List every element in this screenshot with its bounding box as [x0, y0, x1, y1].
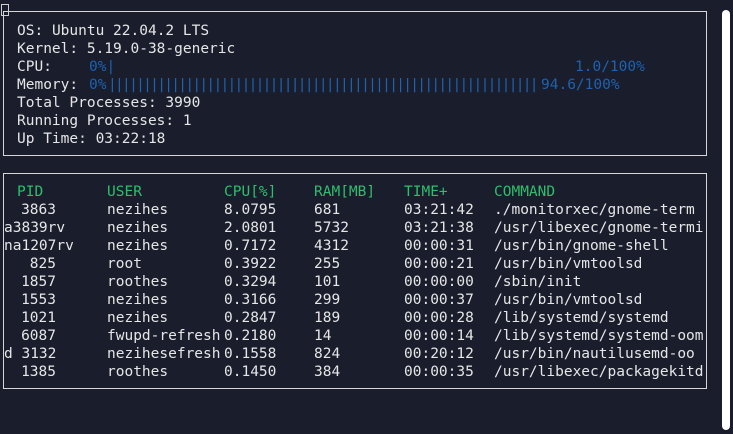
user-cell: roothes [107, 274, 169, 290]
header-user: USER [107, 184, 142, 200]
pid-cell: a3839rv [4, 220, 66, 236]
header-ram: RAM[MB] [314, 184, 376, 200]
cpu-bar-left: 0%| [89, 59, 116, 75]
memory-label: Memory: [17, 77, 79, 93]
table-row: na1207rv nezihes 0.7172 4312 00:00:31/usr/bi… [4, 237, 708, 255]
pid-cell: 825 [29, 256, 56, 272]
command-cell: /usr/bin/gnome-shell [494, 238, 669, 254]
header-cpu: CPU[%] [224, 184, 277, 200]
scrollbar[interactable] [722, 10, 730, 430]
user-cell: nezihesefresh [107, 346, 221, 362]
command-cell: /usr/bin/vmtoolsd [494, 292, 643, 308]
pid-cell: na1207rv [4, 238, 74, 254]
os-line: OS: Ubuntu 22.04.2 LTS [17, 22, 209, 40]
cpu-cell: 0.2180 [224, 328, 277, 344]
ram-cell: 299 [314, 292, 341, 308]
time-cell: 00:00:37 [404, 292, 474, 308]
time-cell: 03:21:38 [404, 220, 474, 236]
ram-cell: 189 [314, 310, 341, 326]
user-cell: roothes [107, 364, 169, 380]
command-cell: /usr/bin/nautilusemd-oo [494, 346, 695, 362]
pid-cell: 3863 [21, 202, 56, 218]
command-cell: /usr/bin/vmtoolsd [494, 256, 643, 272]
pid-cell: 6087 [21, 328, 56, 344]
command-cell: ./monitorxec/gnome-term [494, 202, 695, 218]
cpu-label: CPU: [17, 59, 52, 75]
uptime: Up Time: 03:22:18 [17, 131, 166, 147]
cpu-cell: 8.0795 [224, 202, 277, 218]
time-cell: 00:00:00 [404, 274, 474, 290]
ram-cell: 14 [314, 328, 332, 344]
user-cell: nezihes [107, 202, 169, 218]
cpu-cell: 0.1450 [224, 364, 277, 380]
os-label: OS: [17, 23, 44, 39]
command-cell: /sbin/init [494, 274, 582, 290]
process-table-panel: PID USER CPU[%] RAM[MB] TIME+ COMMAND 38… [3, 173, 707, 389]
ram-cell: 5732 [314, 220, 349, 236]
ram-cell: 384 [314, 364, 341, 380]
cpu-cell: 0.3294 [224, 274, 277, 290]
ram-cell: 824 [314, 346, 341, 362]
cpu-cell: 0.7172 [224, 238, 277, 254]
pid-cell: 1857 [21, 274, 56, 290]
time-cell: 00:20:12 [404, 346, 474, 362]
cpu-cell: 0.3166 [224, 292, 277, 308]
table-row: 6087 fwupd-refresh 0.2180 14 00:00:14/lib/sy… [4, 327, 708, 345]
user-cell: nezihes [107, 292, 169, 308]
table-row: 1385 roothes 0.1450 384 00:00:35/usr/libexec… [4, 363, 708, 381]
user-cell: nezihes [107, 310, 169, 326]
running-processes: Running Processes: 1 [17, 113, 192, 129]
cpu-cell: 0.1558 [224, 346, 277, 362]
user-cell: nezihes [107, 220, 169, 236]
table-row: 1857 roothes 0.3294 101 00:00:00/sbin/init [4, 273, 708, 291]
pid-cell: 1385 [21, 364, 56, 380]
cpu-cell: 2.0801 [224, 220, 277, 236]
header-time: TIME+ [404, 184, 448, 200]
os-value: Ubuntu 22.04.2 LTS [51, 23, 210, 39]
command-cell: /usr/libexec/packagekitd [494, 364, 704, 380]
time-cell: 00:00:31 [404, 238, 474, 254]
cpu-value: 1.0/100% [575, 59, 645, 75]
total-processes: Total Processes: 3990 [17, 95, 201, 111]
memory-bar-left: 0% [89, 77, 107, 93]
pid-cell: 1021 [21, 310, 56, 326]
command-cell: /lib/systemd/systemd [494, 310, 669, 326]
table-row: d 3132 nezihesefresh 0.1558 824 00:20:12/usr… [4, 345, 708, 363]
kernel-line: Kernel: 5.19.0-38-generic [17, 40, 235, 58]
ram-cell: 101 [314, 274, 341, 290]
ram-cell: 681 [314, 202, 341, 218]
time-cell: 00:00:21 [404, 256, 474, 272]
table-row: 3863 nezihes 8.0795 681 03:21:42 ./monitorxec… [4, 201, 708, 219]
command-cell: /usr/libexec/gnome-termi [494, 220, 704, 236]
pid-cell: 1553 [21, 292, 56, 308]
user-cell: root [107, 256, 142, 272]
user-cell: fwupd-refresh [107, 328, 221, 344]
time-cell: 03:21:42 [404, 202, 474, 218]
system-info-panel: OS: Ubuntu 22.04.2 LTS Kernel: 5.19.0-38… [3, 11, 707, 156]
kernel-value: 5.19.0-38-generic [86, 41, 236, 57]
header-pid: PID [17, 184, 44, 200]
cpu-cell: 0.2847 [224, 310, 277, 326]
cpu-cell: 0.3922 [224, 256, 277, 272]
memory-usage-bar: ||||||||||||||||||||||||||||||||||||||||… [108, 77, 538, 93]
command-cell: /lib/systemd/systemd-oom [494, 328, 704, 344]
table-row: a3839rv nezihes 2.0801 5732 03:21:38/usr/lib… [4, 219, 708, 237]
table-row: 1553 nezihes 0.3166 299 00:00:37/usr/bin/vmt… [4, 291, 708, 309]
table-row: 1021 nezihes 0.2847 189 00:00:28/lib/systemd… [4, 309, 708, 327]
time-cell: 00:00:14 [404, 328, 474, 344]
pid-cell: d 3132 [4, 346, 57, 362]
user-cell: nezihes [107, 238, 169, 254]
header-command: COMMAND [494, 184, 556, 200]
time-cell: 00:00:28 [404, 310, 474, 326]
table-row: 825 root 0.3922 255 00:00:21/usr/bin/vmtools… [4, 255, 708, 273]
time-cell: 00:00:35 [404, 364, 474, 380]
kernel-label: Kernel: [17, 41, 79, 57]
ram-cell: 4312 [314, 238, 349, 254]
ram-cell: 255 [314, 256, 341, 272]
memory-value: 94.6/100% [541, 77, 620, 93]
